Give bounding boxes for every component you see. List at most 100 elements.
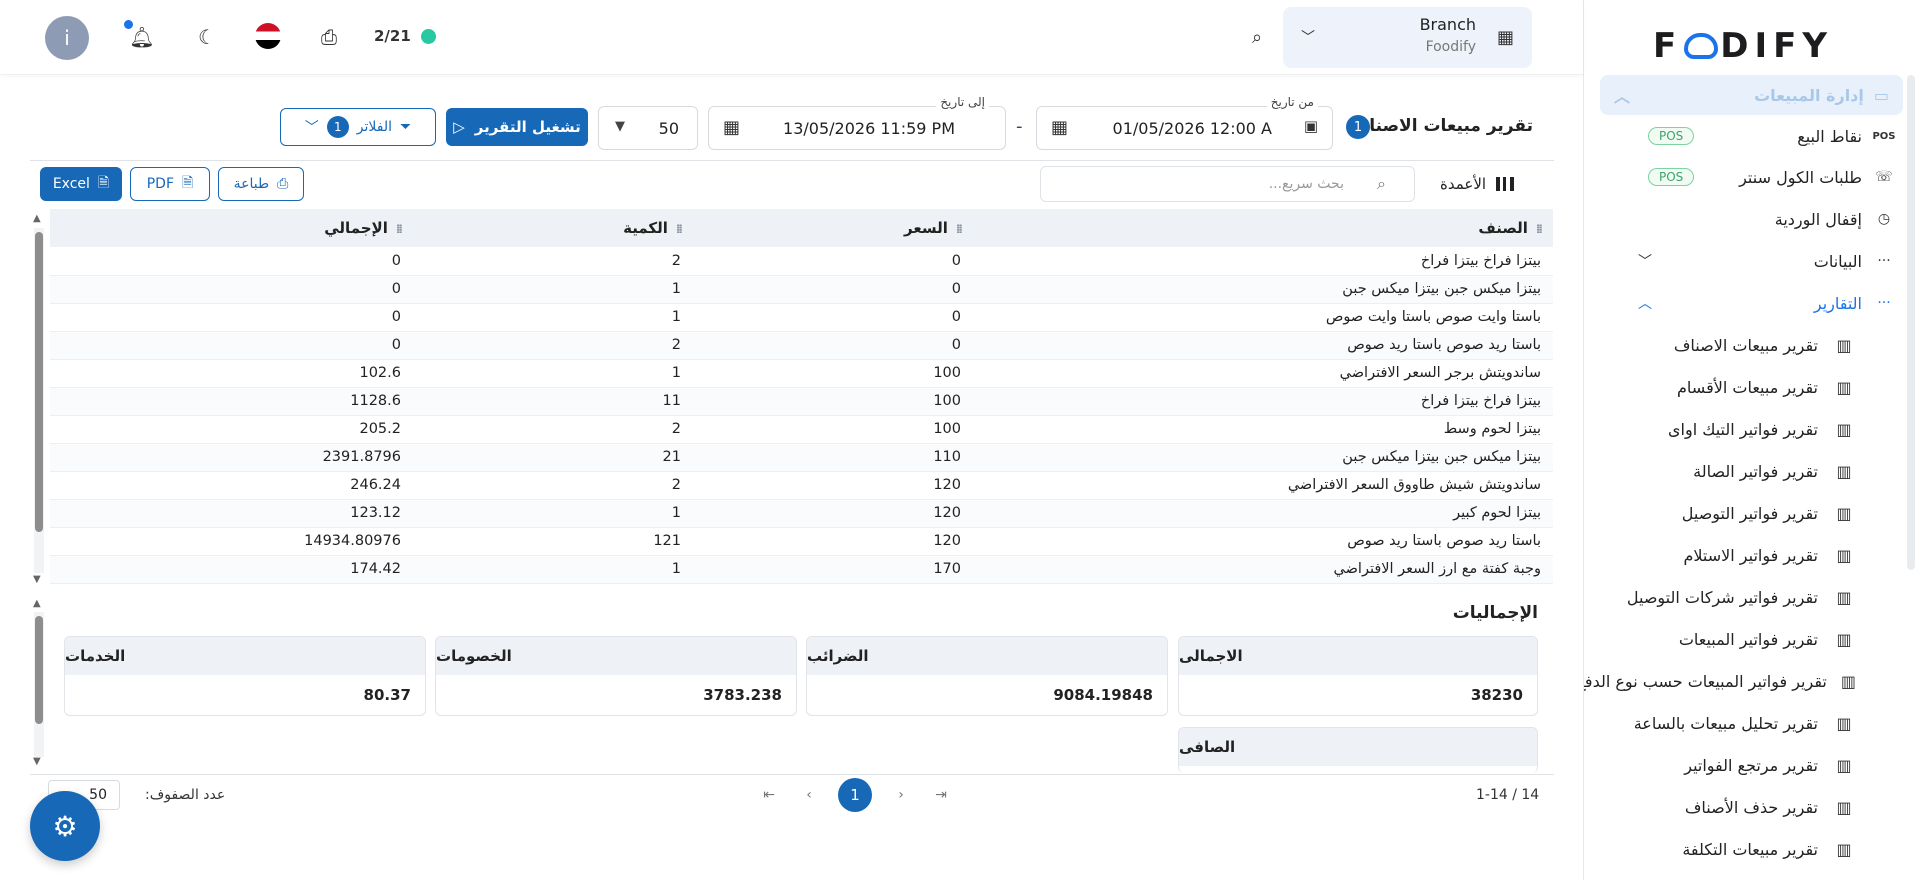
table-row[interactable]: بيتزا لحوم وسط 100 2 205.2	[50, 415, 1553, 443]
sidebar-scrollbar[interactable]	[1907, 75, 1915, 570]
calendar-clock-icon[interactable]: ▣	[1304, 117, 1318, 135]
table-cell: باستا ريد صوص باستا ريد صوص	[1347, 533, 1541, 549]
table-row[interactable]: بيتزا لحوم كبير 120 1 123.12	[50, 499, 1553, 527]
search-placeholder: بحث سريع...	[1268, 176, 1344, 192]
sidebar-report-item[interactable]: ▥ تقرير فواتير المبيعات حسب نوع الدفع	[1584, 661, 1898, 701]
sidebar-item-reports[interactable]: ··· التقارير ︿	[1598, 283, 1898, 323]
from-date-field[interactable]: من تاريخ ▣ 01/05/2026 12:00 A ▦	[1036, 95, 1333, 150]
drag-handle-icon[interactable]: ⁞⁞	[1536, 222, 1543, 236]
totals-scrollbar[interactable]	[34, 612, 44, 757]
table-cell: بيتزا لحوم كبير	[1453, 505, 1541, 521]
sidebar-section-sales-management[interactable]: ︿ ▭ إدارة المبيعات	[1600, 75, 1903, 115]
sidebar-item-call-center[interactable]: ☏ طلبات الكول سنتر POS	[1598, 157, 1898, 197]
sidebar-item-shift-close[interactable]: ◷ إقفال الوردية	[1598, 199, 1898, 239]
logo-text-right: DIFY	[1720, 26, 1833, 66]
filters-button[interactable]: ⏷ الفلاتر 1 ﹀	[280, 108, 436, 146]
table-cell: بيتزا ميكس جبن بيتزا ميكس جبن	[1342, 449, 1541, 465]
sidebar-report-item[interactable]: ▥ تقرير فواتير المبيعات	[1598, 619, 1898, 659]
user-avatar[interactable]: i	[45, 16, 89, 60]
pos-badge: POS	[1648, 127, 1695, 145]
next-page-icon[interactable]: ›	[890, 784, 912, 806]
calendar-icon[interactable]: ▦	[1051, 117, 1068, 138]
table-row[interactable]: ساندويتش شيش طاووق السعر الافتراضي 120 2 24…	[50, 471, 1553, 499]
sidebar-report-item[interactable]: ▥ تقرير فواتير شركات التوصيل	[1598, 577, 1898, 617]
settings-fab-gear-icon[interactable]: ⚙	[30, 791, 100, 861]
scroll-up-arrow-icon[interactable]: ▲	[33, 213, 41, 224]
sidebar-report-item[interactable]: ▥ تقرير مبيعات التكلفة	[1598, 829, 1898, 869]
bar-chart-icon: ▥	[1836, 587, 1852, 607]
caret-down-icon: ▼	[615, 119, 625, 134]
table-cell: بيتزا فراخ بيتزا فراخ	[1420, 393, 1541, 409]
to-date-label: إلى تاريخ	[936, 95, 989, 109]
columns-button[interactable]: الأعمدة	[1440, 175, 1515, 193]
print-button[interactable]: ⎙ طباعة	[218, 167, 304, 201]
scroll-down-arrow-icon[interactable]: ▼	[33, 574, 41, 585]
sidebar-report-label: تقرير فواتير شركات التوصيل	[1626, 587, 1818, 607]
sidebar-report-item[interactable]: ▥ تقرير مبيعات الاصناف	[1598, 325, 1898, 365]
scrollbar-thumb[interactable]	[35, 616, 43, 724]
drag-handle-icon[interactable]: ⁞⁞	[396, 222, 403, 236]
table-row[interactable]: بيتزا فراخ بيتزا فراخ 0 2 0	[50, 247, 1553, 275]
chevron-down-icon: ﹀	[1301, 30, 1315, 46]
table-row[interactable]: بيتزا فراخ بيتزا فراخ 100 11 1128.6	[50, 387, 1553, 415]
scroll-down-arrow-icon[interactable]: ▼	[33, 756, 41, 767]
excel-export-button[interactable]: Excel 🗎︎	[40, 167, 122, 201]
chevron-down-icon: ﹀	[1638, 254, 1652, 270]
first-page-icon[interactable]: ⇤	[758, 784, 780, 806]
column-header[interactable]: ⁞⁞الكمية	[413, 209, 693, 247]
sidebar-report-item[interactable]: ▥ تقرير تحليل مبيعات بالساعة	[1598, 703, 1898, 743]
sidebar-report-item[interactable]: ▥ تقرير فواتير التيك اواى	[1598, 409, 1898, 449]
pdf-export-button[interactable]: PDF 🗎︎	[130, 167, 210, 201]
sidebar-report-label: تقرير مبيعات الأقسام	[1677, 377, 1818, 397]
sidebar-report-item[interactable]: ▥ تقرير فواتير الصالة	[1598, 451, 1898, 491]
to-date-field[interactable]: إلى تاريخ 13/05/2026 11:59 PM ▦	[708, 95, 1006, 150]
quick-search-input[interactable]: ⌕ بحث سريع...	[1040, 166, 1415, 202]
calendar-icon[interactable]: ▦	[723, 117, 740, 138]
scrollbar-thumb[interactable]	[35, 232, 43, 532]
sidebar-report-item[interactable]: ▥ تقرير حذف الأصناف	[1598, 787, 1898, 827]
bar-chart-icon: ▥	[1836, 503, 1852, 523]
table-header-row: ⁞⁞الصنف ⁞⁞السعر ⁞⁞الكمية ⁞⁞الإجمالي	[50, 209, 1553, 247]
branch-selector[interactable]: Branch Foodify ▦ ﹀	[1283, 7, 1532, 68]
column-header[interactable]: ⁞⁞الصنف	[973, 209, 1553, 247]
table-row[interactable]: وجبة كفتة مع ارز السعر الافتراضي 170 1 174.…	[50, 555, 1553, 583]
filters-label: الفلاتر	[356, 119, 393, 135]
last-page-icon[interactable]: ⇥	[930, 784, 952, 806]
run-report-button[interactable]: تشغيل التقرير ▷	[446, 108, 588, 146]
total-card-net: الصافى	[1178, 727, 1538, 773]
printer-icon[interactable]: ⎙	[314, 22, 344, 52]
sidebar-report-item[interactable]: ▥ تقرير مرتجع الفواتير	[1598, 745, 1898, 785]
bar-chart-icon: ▥	[1836, 713, 1852, 733]
table-scrollbar[interactable]	[34, 228, 44, 573]
column-header[interactable]: ⁞⁞الإجمالي	[50, 209, 413, 247]
table-cell: 123.12	[350, 505, 401, 521]
title-count-badge: 1	[1346, 115, 1370, 139]
sidebar-report-item[interactable]: ▥ تقرير مبيعات الأقسام	[1598, 367, 1898, 407]
foodify-logo[interactable]: F DIFY	[1628, 26, 1858, 66]
table-row[interactable]: باستا ريد صوص باستا ريد صوص 0 2 0	[50, 331, 1553, 359]
scroll-up-arrow-icon[interactable]: ▲	[33, 598, 41, 609]
prev-page-icon[interactable]: ‹	[798, 784, 820, 806]
table-cell: 2	[671, 421, 681, 437]
print-label: طباعة	[233, 176, 270, 192]
table-row[interactable]: بيتزا ميكس جبن بيتزا ميكس جبن 110 21 2391.8…	[50, 443, 1553, 471]
sidebar-report-item[interactable]: ▥ تقرير فواتير الاستلام	[1598, 535, 1898, 575]
row-limit-select[interactable]: 50 ▼	[598, 106, 698, 150]
table-cell: 1	[671, 281, 681, 297]
table-row[interactable]: باستا ريد صوص باستا ريد صوص 120 121 14934.8…	[50, 527, 1553, 555]
table-row[interactable]: ساندويتش برجر السعر الافتراضي 100 1 102.6	[50, 359, 1553, 387]
table-row[interactable]: باستا وايت صوص باستا وايت صوص 0 1 0	[50, 303, 1553, 331]
drag-handle-icon[interactable]: ⁞⁞	[676, 222, 683, 236]
column-header[interactable]: ⁞⁞السعر	[693, 209, 973, 247]
sidebar-report-item[interactable]: ▥ تقرير فواتير التوصيل	[1598, 493, 1898, 533]
drag-handle-icon[interactable]: ⁞⁞	[956, 222, 963, 236]
table-cell: 0	[391, 309, 401, 325]
current-page[interactable]: 1	[838, 778, 872, 812]
sidebar-item-pos[interactable]: POS نقاط البيع POS	[1598, 116, 1898, 156]
moon-icon[interactable]: ☾	[192, 22, 222, 52]
search-icon[interactable]: ⌕	[1242, 22, 1272, 52]
egypt-flag-icon[interactable]	[255, 23, 281, 49]
sidebar-report-label: تقرير فواتير التوصيل	[1681, 503, 1818, 523]
sidebar-item-data[interactable]: ··· البيانات ﹀	[1598, 241, 1898, 281]
table-row[interactable]: بيتزا ميكس جبن بيتزا ميكس جبن 0 1 0	[50, 275, 1553, 303]
